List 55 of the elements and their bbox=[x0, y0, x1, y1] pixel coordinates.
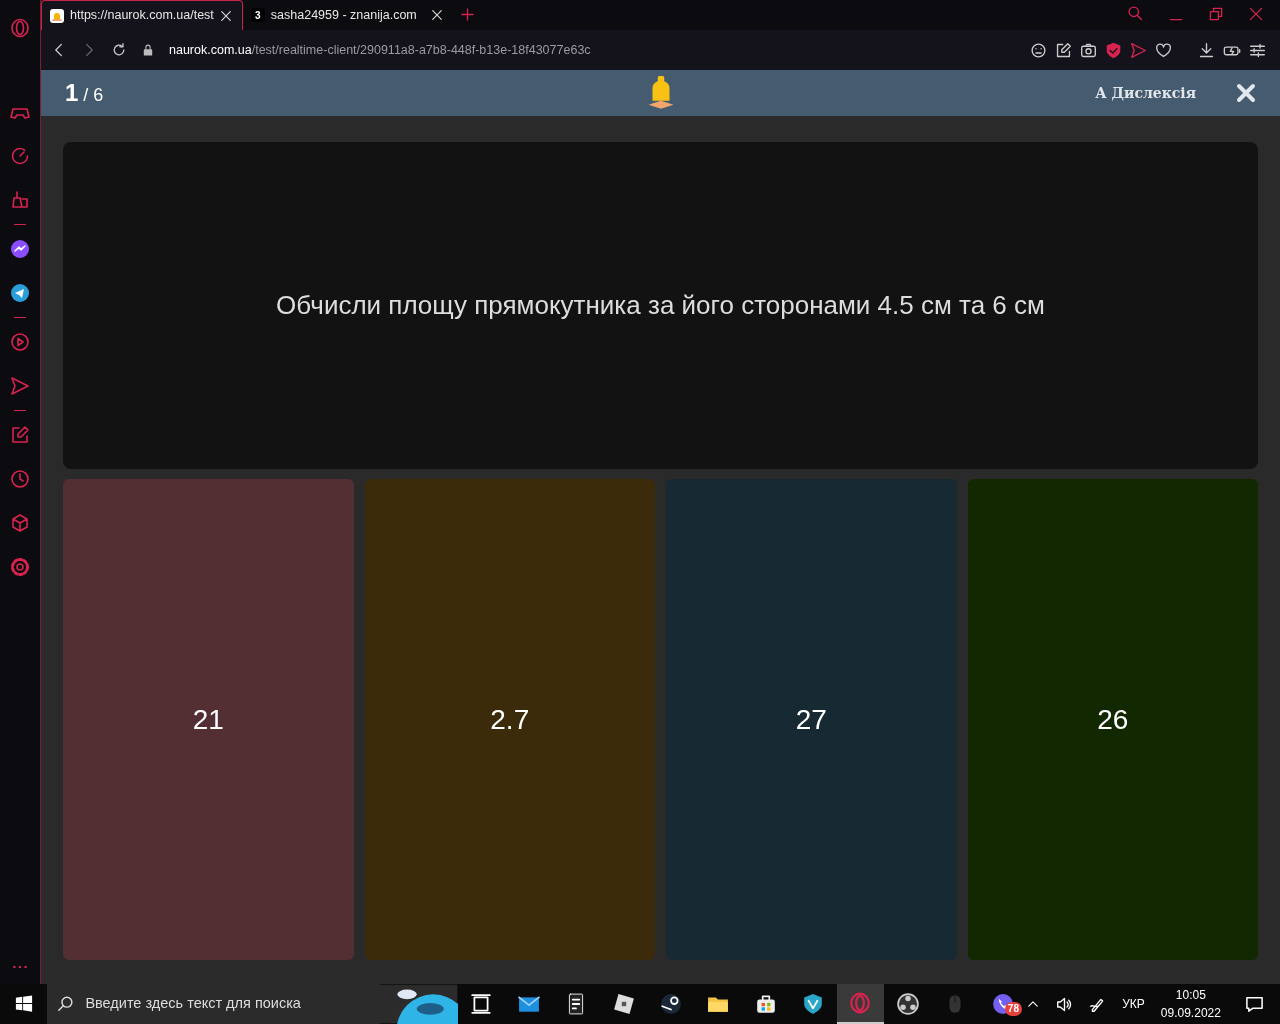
reload-icon[interactable] bbox=[111, 42, 127, 58]
square-app-icon[interactable] bbox=[612, 993, 635, 1015]
new-tab-icon[interactable] bbox=[460, 8, 474, 22]
answer-option[interactable]: 2.7 bbox=[364, 479, 655, 960]
question-text: Обчисли площу прямокутника за його сторонами 4.5 см та 6 см bbox=[276, 289, 1045, 322]
download-icon[interactable] bbox=[1198, 41, 1215, 59]
tab-title: https://naurok.com.ua/test bbox=[70, 7, 214, 25]
more-icon[interactable] bbox=[12, 964, 28, 970]
shield-icon[interactable] bbox=[1105, 41, 1122, 59]
close-window-icon[interactable] bbox=[1248, 5, 1264, 22]
close-icon[interactable] bbox=[1236, 83, 1256, 103]
close-icon[interactable] bbox=[430, 9, 443, 21]
search-icon[interactable] bbox=[1127, 5, 1144, 22]
answer-option[interactable]: 27 bbox=[666, 479, 957, 960]
answer-option[interactable]: 21 bbox=[63, 479, 354, 960]
send-icon[interactable] bbox=[10, 376, 30, 396]
task-view-icon[interactable] bbox=[470, 993, 493, 1015]
browser-logo-icon[interactable] bbox=[10, 18, 30, 38]
clock-date: 09.09.2022 bbox=[1160, 1005, 1221, 1022]
close-icon[interactable] bbox=[219, 9, 232, 22]
clock-icon[interactable] bbox=[10, 469, 30, 489]
dyslexia-toggle[interactable]: А Дислексія bbox=[1095, 82, 1196, 104]
browser-tab[interactable]: https://naurok.com.ua/test bbox=[41, 0, 243, 30]
camera-icon[interactable] bbox=[1080, 41, 1097, 59]
lock-icon bbox=[141, 43, 155, 57]
site-favicon: 3 bbox=[250, 8, 265, 22]
vpn-shield-icon[interactable] bbox=[802, 993, 825, 1015]
steam-icon[interactable] bbox=[659, 993, 682, 1015]
telegram-icon[interactable] bbox=[10, 283, 30, 303]
speedometer-icon[interactable] bbox=[10, 146, 30, 166]
speaker-icon[interactable] bbox=[1056, 995, 1074, 1013]
keyboard-language[interactable]: УКР bbox=[1122, 995, 1145, 1013]
broom-icon[interactable] bbox=[10, 190, 30, 210]
edit-icon[interactable] bbox=[1055, 41, 1072, 59]
restore-icon[interactable] bbox=[1208, 5, 1224, 22]
question-counter: 1 / 6 bbox=[65, 78, 104, 108]
browser-tab[interactable]: 3 sasha24959 - znanija.com bbox=[242, 0, 453, 30]
emoji-icon[interactable] bbox=[1030, 41, 1047, 59]
tab-title: sasha24959 - znanija.com bbox=[270, 6, 418, 24]
answer-option[interactable]: 26 bbox=[967, 479, 1258, 960]
messenger-icon[interactable] bbox=[10, 239, 30, 259]
cube-icon[interactable] bbox=[10, 513, 30, 533]
search-placeholder: Введите здесь текст для поиска bbox=[85, 994, 301, 1014]
store-icon[interactable] bbox=[754, 993, 777, 1015]
settings-sliders-icon[interactable] bbox=[1249, 41, 1266, 59]
heart-icon[interactable] bbox=[1155, 41, 1172, 59]
send-icon[interactable] bbox=[1130, 41, 1147, 59]
taskbar-search-field[interactable]: Введите здесь текст для поиска bbox=[47, 984, 381, 1024]
clock-time: 10:05 bbox=[1175, 987, 1206, 1004]
notifications-icon[interactable] bbox=[1244, 994, 1264, 1014]
bell-favicon-icon bbox=[50, 8, 64, 23]
windows-start-icon[interactable] bbox=[14, 995, 33, 1013]
play-circle-icon[interactable] bbox=[10, 332, 30, 352]
search-icon bbox=[57, 995, 76, 1013]
aperture-icon[interactable] bbox=[896, 993, 919, 1015]
